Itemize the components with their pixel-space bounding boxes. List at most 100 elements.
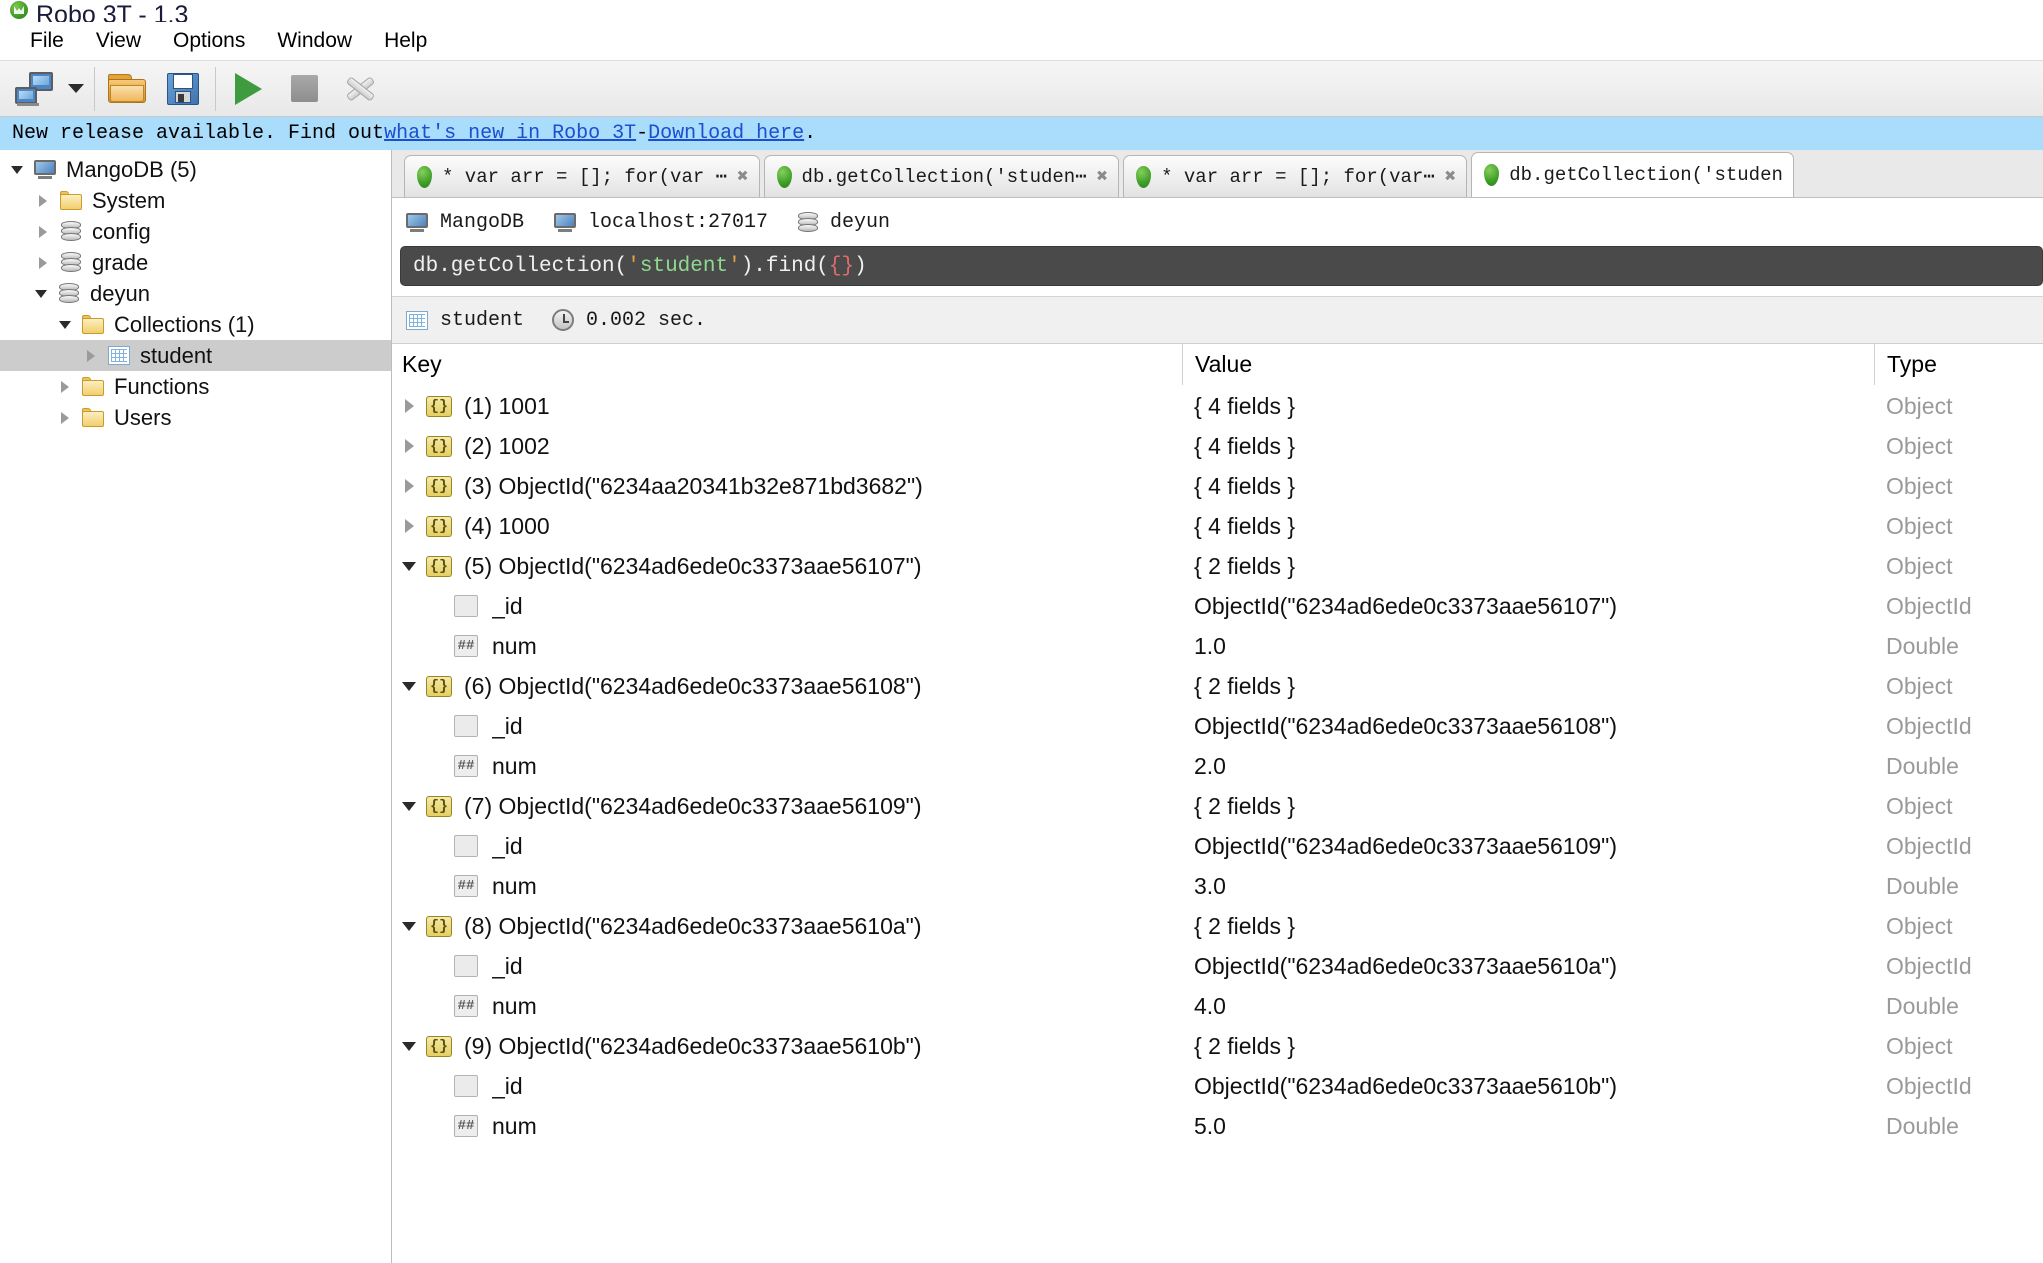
chevron-down-icon[interactable]	[392, 922, 426, 931]
chevron-down-icon[interactable]	[392, 802, 426, 811]
row-key: (7) ObjectId("6234ad6ede0c3373aae56109")	[464, 792, 922, 819]
number-field-icon: ##	[454, 995, 478, 1017]
connect-dropdown-button[interactable]	[62, 64, 90, 114]
table-row[interactable]: {} (3) ObjectId("6234aa20341b32e871bd3682…	[392, 466, 2043, 506]
row-key: num	[492, 872, 537, 899]
connect-button[interactable]	[6, 64, 62, 114]
menu-window[interactable]: Window	[261, 26, 368, 56]
stop-button[interactable]	[276, 64, 332, 114]
floppy-disk-icon	[167, 72, 199, 105]
chevron-down-icon[interactable]	[52, 321, 78, 329]
chevron-right-icon[interactable]	[30, 257, 56, 269]
query-editor[interactable]: db.getCollection(' student ').find({})	[400, 246, 2043, 286]
blank-field-icon	[454, 715, 478, 737]
chevron-right-icon[interactable]	[52, 381, 78, 393]
menu-help[interactable]: Help	[368, 26, 443, 56]
tab-strip: * var arr = []; for(var ⋯ ✖ db.getCollec…	[392, 150, 2043, 198]
table-row[interactable]: {} (8) ObjectId("6234ad6ede0c3373aae5610a…	[392, 906, 2043, 946]
row-value: { 4 fields }	[1194, 512, 1296, 539]
menu-view[interactable]: View	[80, 26, 157, 56]
main-panel: * var arr = []; for(var ⋯ ✖ db.getCollec…	[392, 150, 2043, 1263]
toolbar-separator	[215, 66, 216, 111]
download-here-link[interactable]: Download here	[648, 122, 804, 145]
sidebar-item-collections[interactable]: Collections (1)	[0, 309, 391, 340]
table-row[interactable]: ## num 3.0 Double	[392, 866, 2043, 906]
sidebar-item-system[interactable]: System	[0, 185, 391, 216]
sidebar-item-config[interactable]: config	[0, 216, 391, 247]
chevron-right-icon[interactable]	[78, 350, 104, 362]
execute-button[interactable]	[220, 64, 276, 114]
table-row[interactable]: {} (6) ObjectId("6234ad6ede0c3373aae56108…	[392, 666, 2043, 706]
row-value: ObjectId("6234ad6ede0c3373aae5610a")	[1194, 952, 1618, 979]
row-key: _id	[492, 712, 523, 739]
table-row[interactable]: {} (4) 1000 { 4 fields } Object	[392, 506, 2043, 546]
query-middle: ).find(	[740, 254, 829, 278]
tab-script-3[interactable]: * var arr = []; for(var⋯ ✖	[1123, 155, 1468, 197]
table-row[interactable]: ## num 5.0 Double	[392, 1106, 2043, 1146]
menu-file[interactable]: File	[14, 26, 80, 56]
chevron-down-icon[interactable]	[28, 290, 54, 298]
chevron-right-icon[interactable]	[392, 439, 426, 453]
close-icon[interactable]: ✖	[1445, 165, 1456, 188]
open-script-button[interactable]	[99, 64, 155, 114]
table-row[interactable]: _id ObjectId("6234ad6ede0c3373aae56109") O…	[392, 826, 2043, 866]
table-row[interactable]: _id ObjectId("6234ad6ede0c3373aae56107") O…	[392, 586, 2043, 626]
chevron-right-icon[interactable]	[392, 399, 426, 413]
menu-options[interactable]: Options	[157, 26, 261, 56]
chevron-right-icon[interactable]	[30, 226, 56, 238]
table-row[interactable]: _id ObjectId("6234ad6ede0c3373aae5610a") O…	[392, 946, 2043, 986]
table-row[interactable]: ## num 1.0 Double	[392, 626, 2043, 666]
row-type: ObjectId	[1886, 832, 1972, 859]
chevron-right-icon[interactable]	[30, 195, 56, 207]
sidebar-item-grade[interactable]: grade	[0, 247, 391, 278]
table-row[interactable]: _id ObjectId("6234ad6ede0c3373aae5610b") O…	[392, 1066, 2043, 1106]
chevron-down-icon[interactable]	[392, 562, 426, 571]
sidebar-item-functions[interactable]: Functions	[0, 371, 391, 402]
column-header-type[interactable]: Type	[1874, 344, 2043, 385]
chevron-right-icon[interactable]	[392, 519, 426, 533]
sidebar-item-student[interactable]: student	[0, 340, 391, 371]
chevron-down-icon[interactable]	[392, 1042, 426, 1051]
close-icon[interactable]: ✖	[1097, 165, 1108, 188]
row-type: Double	[1886, 632, 1959, 659]
table-row[interactable]: ## num 4.0 Double	[392, 986, 2043, 1026]
tab-script-1[interactable]: * var arr = []; for(var ⋯ ✖	[404, 155, 760, 197]
row-key: _id	[492, 832, 523, 859]
table-row[interactable]: {} (9) ObjectId("6234ad6ede0c3373aae5610b…	[392, 1026, 2043, 1066]
computers-icon	[15, 71, 53, 106]
table-row[interactable]: ## num 2.0 Double	[392, 746, 2043, 786]
host-name: localhost:27017	[588, 210, 769, 234]
row-type: Object	[1886, 392, 1953, 419]
tab-script-4-active[interactable]: db.getCollection('studen	[1471, 152, 1794, 197]
chevron-right-icon[interactable]	[392, 479, 426, 493]
sidebar-item-mangodb[interactable]: MangoDB (5)	[0, 154, 391, 185]
chevron-down-icon[interactable]	[4, 166, 30, 174]
column-header-key[interactable]: Key	[392, 351, 1182, 378]
table-row[interactable]: _id ObjectId("6234ad6ede0c3373aae56108") O…	[392, 706, 2043, 746]
mongodb-leaf-icon	[776, 165, 792, 188]
number-field-icon: ##	[454, 635, 478, 657]
sidebar-item-label: config	[92, 218, 151, 244]
chevron-right-icon[interactable]	[52, 412, 78, 424]
save-script-button[interactable]	[155, 64, 211, 114]
tab-script-2[interactable]: db.getCollection('studen⋯ ✖	[763, 155, 1120, 197]
whats-new-link[interactable]: what's new in Robo 3T	[384, 122, 636, 145]
sidebar-item-deyun[interactable]: deyun	[0, 278, 391, 309]
table-row[interactable]: {} (1) 1001 { 4 fields } Object	[392, 386, 2043, 426]
query-suffix: )	[854, 254, 867, 278]
table-row[interactable]: {} (5) ObjectId("6234ad6ede0c3373aae56107…	[392, 546, 2043, 586]
table-row[interactable]: {} (7) ObjectId("6234ad6ede0c3373aae56109…	[392, 786, 2043, 826]
chevron-down-icon[interactable]	[392, 682, 426, 691]
document-icon: {}	[426, 435, 452, 457]
sidebar-item-users[interactable]: Users	[0, 402, 391, 433]
column-header-value[interactable]: Value	[1182, 344, 1874, 385]
close-icon[interactable]: ✖	[737, 165, 748, 188]
connection-info-bar: MangoDB localhost:27017 deyun	[392, 198, 2043, 246]
sidebar-item-label: grade	[92, 249, 149, 275]
result-info-bar: student 0.002 sec.	[392, 296, 2043, 344]
workspace: MangoDB (5) System config grade deyun Co…	[0, 150, 2043, 1263]
table-row[interactable]: {} (2) 1002 { 4 fields } Object	[392, 426, 2043, 466]
database-icon	[56, 221, 86, 242]
row-type: Object	[1886, 912, 1953, 939]
tools-button[interactable]	[332, 64, 388, 114]
